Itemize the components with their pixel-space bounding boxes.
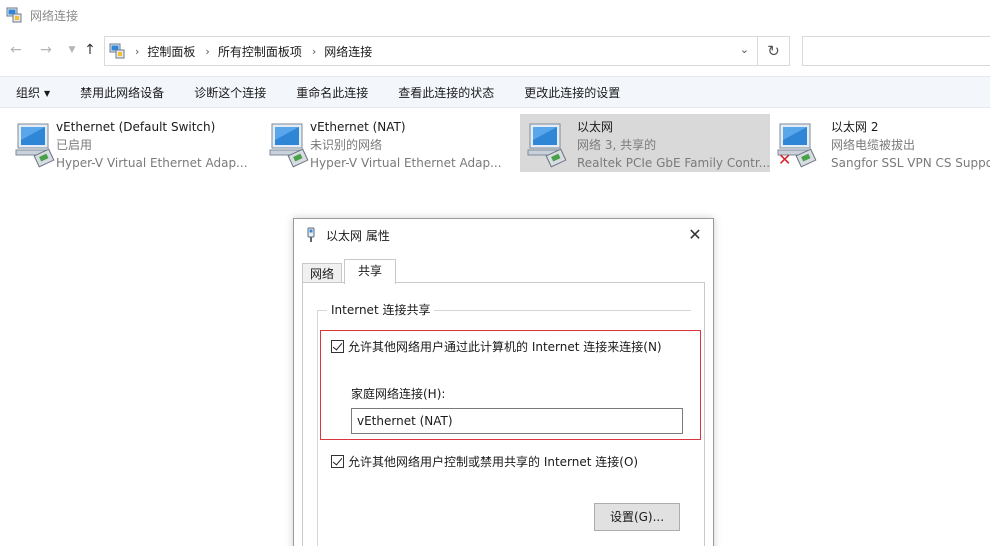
allow-control-checkbox[interactable] (331, 455, 344, 468)
address-bar[interactable]: › 控制面板 › 所有控制面板项 › 网络连接 ⌄ (104, 36, 758, 66)
dialog-title: 以太网 属性 (326, 228, 390, 243)
disconnected-x-icon: ✕ (778, 150, 792, 169)
refresh-button[interactable]: ↻ (758, 36, 790, 66)
connection-status: 未识别的网络 (310, 138, 383, 152)
forward-arrow-icon[interactable]: → (36, 40, 56, 60)
connection-adapter: Sangfor SSL VPN CS Support (831, 156, 990, 170)
breadcrumb-chevron-icon[interactable]: › (312, 45, 316, 58)
breadcrumb-all-items[interactable]: 所有控制面板项 (218, 43, 302, 60)
connection-adapter: Hyper-V Virtual Ethernet Adap... (310, 156, 502, 170)
allow-sharing-checkbox[interactable] (331, 340, 344, 353)
connection-name: vEthernet (Default Switch) (56, 120, 216, 134)
network-adapter-icon (14, 120, 58, 168)
allow-control-checkbox-row[interactable]: 允许其他网络用户控制或禁用共享的 Internet 连接(O) (331, 453, 638, 470)
breadcrumb-chevron-icon[interactable]: › (135, 45, 139, 58)
view-status-button[interactable]: 查看此连接的状态 (383, 84, 509, 101)
address-row: ← → ▼ ↑ › 控制面板 › 所有控制面板项 › 网络连接 ⌄ ↻ (0, 34, 990, 66)
home-network-label: 家庭网络连接(H): (351, 387, 446, 401)
connection-adapter: Hyper-V Virtual Ethernet Adap... (56, 156, 248, 170)
connection-name: 以太网 2 (831, 120, 879, 134)
network-adapter-icon (526, 120, 570, 168)
allow-control-label[interactable]: 允许其他网络用户控制或禁用共享的 Internet 连接(O) (348, 453, 638, 470)
connection-tile-ethernet-2[interactable]: ✕ 以太网 2 网络电缆被拔出 Sangfor SSL VPN CS Suppo… (774, 114, 990, 172)
change-settings-button[interactable]: 更改此连接的设置 (509, 84, 635, 101)
search-input[interactable] (802, 36, 990, 66)
sharing-tab-panel: Internet 连接共享 允许其他网络用户通过此计算机的 Internet 连… (302, 282, 705, 546)
tab-sharing[interactable]: 共享 (344, 259, 396, 284)
disable-device-button[interactable]: 禁用此网络设备 (65, 84, 179, 101)
ics-group-title: Internet 连接共享 (327, 301, 435, 318)
window-titlebar: 网络连接 (0, 0, 990, 30)
rename-connection-button[interactable]: 重命名此连接 (281, 84, 383, 101)
connection-tile-nat[interactable]: vEthernet (NAT) 未识别的网络 Hyper-V Virtual E… (254, 114, 504, 172)
connection-tile-default-switch[interactable]: vEthernet (Default Switch) 已启用 Hyper-V V… (0, 114, 250, 172)
window-title: 网络连接 (30, 8, 79, 23)
organize-menu-button[interactable]: 组织 ▼ (0, 84, 65, 101)
ethernet-properties-dialog: 以太网 属性 ✕ 网络 共享 Internet 连接共享 允许其他网络用户通过此… (293, 218, 714, 546)
up-arrow-icon[interactable]: ↑ (80, 40, 100, 60)
breadcrumb-chevron-icon[interactable]: › (205, 45, 209, 58)
connection-name: vEthernet (NAT) (310, 120, 406, 134)
settings-button[interactable]: 设置(G)... (594, 503, 680, 531)
caret-down-icon: ▼ (44, 88, 51, 98)
connection-status: 网络电缆被拔出 (831, 138, 916, 152)
command-bar: 组织 ▼ 禁用此网络设备 诊断这个连接 重命名此连接 查看此连接的状态 更改此连接… (0, 76, 990, 108)
organize-label: 组织 (16, 85, 41, 100)
connection-name: 以太网 (577, 120, 614, 134)
close-icon[interactable]: ✕ (685, 225, 705, 245)
refresh-icon: ↻ (767, 42, 780, 60)
connection-list: vEthernet (Default Switch) 已启用 Hyper-V V… (0, 112, 990, 174)
diagnose-connection-button[interactable]: 诊断这个连接 (179, 84, 281, 101)
network-connections-icon (6, 7, 22, 23)
network-adapter-icon (268, 120, 312, 168)
connection-status: 网络 3, 共享的 (577, 138, 657, 152)
control-panel-icon (109, 43, 125, 59)
breadcrumb-network-connections[interactable]: 网络连接 (324, 43, 372, 60)
address-dropdown-chevron-icon[interactable]: ⌄ (740, 43, 749, 56)
network-plug-icon (306, 227, 316, 243)
recent-locations-chevron-icon[interactable]: ▼ (62, 40, 82, 60)
home-network-field[interactable]: vEthernet (NAT) (351, 408, 683, 434)
connection-status: 已启用 (56, 138, 93, 152)
dialog-titlebar[interactable]: 以太网 属性 (294, 219, 713, 251)
tab-network[interactable]: 网络 (302, 263, 342, 284)
back-arrow-icon[interactable]: ← (6, 40, 26, 60)
connection-adapter: Realtek PCIe GbE Family Contr... (577, 156, 771, 170)
breadcrumb-control-panel[interactable]: 控制面板 (147, 43, 195, 60)
allow-sharing-checkbox-row[interactable]: 允许其他网络用户通过此计算机的 Internet 连接来连接(N) (331, 338, 662, 355)
connection-tile-ethernet[interactable]: 以太网 网络 3, 共享的 Realtek PCIe GbE Family Co… (520, 114, 770, 172)
allow-sharing-label[interactable]: 允许其他网络用户通过此计算机的 Internet 连接来连接(N) (348, 338, 662, 355)
